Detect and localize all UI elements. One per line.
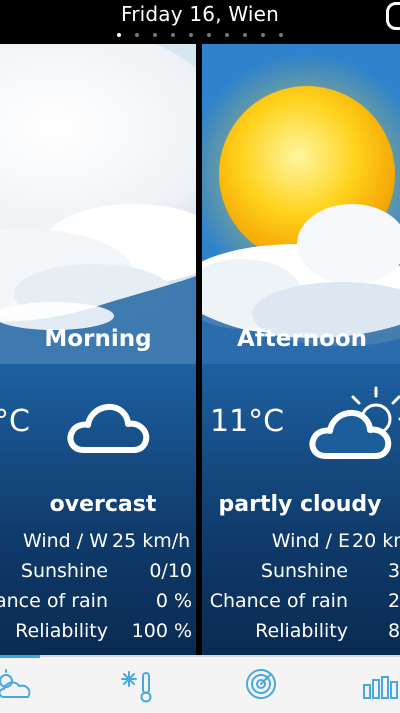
- header: Friday 16, Wien: [0, 0, 400, 44]
- morning-panel[interactable]: Morning °C overcast Wind / W 25 km/h Sun…: [0, 44, 196, 655]
- row-value: 8: [388, 620, 400, 642]
- page-dot[interactable]: [135, 33, 139, 37]
- page-dot[interactable]: [207, 33, 211, 37]
- period-label: Afternoon: [236, 326, 368, 352]
- cloud-icon: [67, 403, 150, 453]
- tab-forecast[interactable]: [0, 655, 40, 713]
- sun-cloud-illustration: [202, 44, 400, 364]
- rain-chance-row: Chance of rain 2: [202, 590, 400, 620]
- page-dot[interactable]: [189, 33, 193, 37]
- wind-row: Wind / E 20 km: [202, 530, 400, 560]
- date-location-title: Friday 16, Wien: [120, 2, 279, 26]
- row-label: Wind / E: [271, 530, 350, 552]
- row-label: Sunshine: [20, 560, 108, 582]
- reliability-row: Reliability 100 %: [0, 620, 196, 650]
- radar-icon: [246, 669, 276, 699]
- condition-label: overcast: [49, 492, 157, 517]
- row-label: Chance of rain: [209, 590, 348, 612]
- row-label: Wind / W: [22, 530, 108, 552]
- temperature-value: °C: [0, 404, 30, 439]
- page-dot[interactable]: [279, 33, 283, 37]
- row-value: 3: [388, 560, 400, 582]
- period-label: Morning: [44, 326, 152, 352]
- tab-temperature[interactable]: [110, 657, 160, 713]
- menu-icon[interactable]: [386, 2, 400, 30]
- condition-label: partly cloudy: [218, 492, 382, 517]
- tab-charts[interactable]: [356, 657, 400, 713]
- page-dot[interactable]: [171, 33, 175, 37]
- row-value: 25 km/h: [112, 530, 191, 552]
- row-value: 0/10: [149, 560, 192, 582]
- overcast-cloud-illustration: [0, 44, 196, 364]
- bottom-tab-bar: [0, 655, 400, 713]
- snow-thermometer-icon: [121, 671, 152, 703]
- temperature-value: 11°C: [210, 404, 285, 439]
- row-value: 100 %: [131, 620, 192, 642]
- row-value: 0 %: [155, 590, 192, 612]
- bar-chart-icon: [363, 676, 398, 699]
- row-label: Reliability: [255, 620, 348, 642]
- rain-chance-row: ance of rain 0 %: [0, 590, 196, 620]
- row-label: Reliability: [15, 620, 108, 642]
- row-value: 2: [388, 590, 400, 612]
- page-indicator: [0, 33, 400, 41]
- row-label: Sunshine: [260, 560, 348, 582]
- weather-icon: [0, 669, 31, 698]
- wind-row: Wind / W 25 km/h: [0, 530, 196, 560]
- sun-cloud-icon: [309, 386, 400, 459]
- page-dot[interactable]: [261, 33, 265, 37]
- forecast-pager[interactable]: Morning °C overcast Wind / W 25 km/h Sun…: [0, 44, 400, 655]
- page-dot[interactable]: [153, 33, 157, 37]
- reliability-row: Reliability 8: [202, 620, 400, 650]
- page-dot[interactable]: [117, 33, 121, 37]
- page-dot[interactable]: [225, 33, 229, 37]
- page-dot[interactable]: [243, 33, 247, 37]
- sunshine-row: Sunshine 0/10: [0, 560, 196, 590]
- sunshine-row: Sunshine 3: [202, 560, 400, 590]
- row-label: ance of rain: [0, 590, 108, 612]
- tab-radar[interactable]: [236, 657, 286, 713]
- row-value: 20 km: [352, 530, 400, 552]
- afternoon-panel[interactable]: Afternoon 11°C partly cloudy Wind / E 20…: [202, 44, 400, 655]
